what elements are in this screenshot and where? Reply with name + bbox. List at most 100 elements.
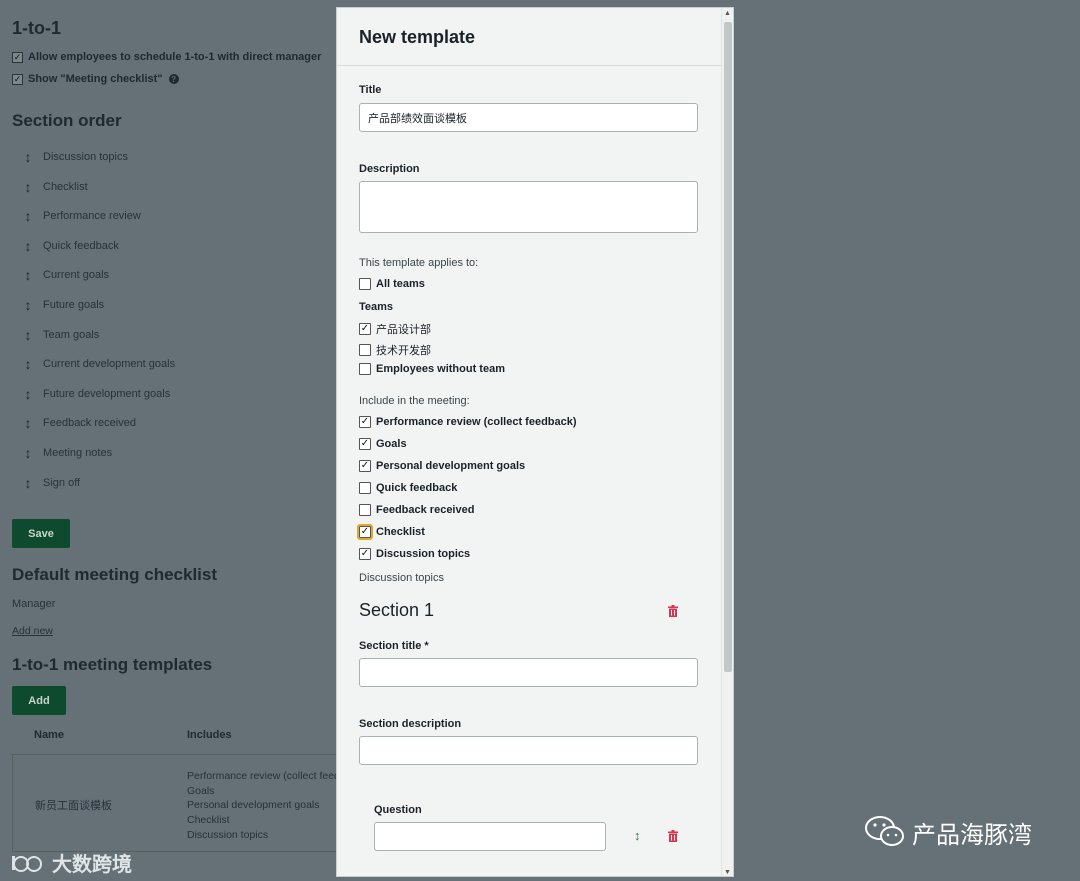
checkbox[interactable]: ✓ [359, 438, 371, 450]
section-order-item[interactable]: ↕ Future goals [20, 297, 105, 313]
description-label: Description [359, 163, 420, 175]
include-feedback-received[interactable]: Feedback received [359, 504, 474, 516]
table-header-name: Name [34, 729, 64, 741]
section-order-label: Current development goals [43, 358, 176, 371]
question-circle-icon[interactable]: ? [168, 74, 179, 84]
all-teams-checkbox[interactable]: All teams [359, 278, 425, 290]
checklist-role: Manager [12, 598, 56, 610]
move-arrows-icon[interactable]: ↕ [634, 828, 641, 843]
drag-handle-icon[interactable]: ↕ [20, 386, 36, 402]
include-personal-development-goals[interactable]: ✓ Personal development goals [359, 460, 525, 472]
watermark-left: 大数跨境 [10, 848, 132, 877]
setting-checklist-row[interactable]: ✓ Show "Meeting checklist" ? [12, 73, 179, 85]
drag-handle-icon[interactable]: ↕ [20, 327, 36, 343]
one-to-one-heading: 1-to-1 [12, 18, 61, 38]
section-order-label: Quick feedback [43, 239, 119, 252]
section-order-item[interactable]: ↕ Meeting notes [20, 445, 113, 461]
section-order-item[interactable]: ↕ Performance review [20, 208, 141, 224]
scroll-down-icon[interactable]: ▼ [724, 869, 731, 876]
checkbox[interactable]: ✓ [359, 416, 371, 428]
template-name: 新员工面谈模板 [35, 800, 112, 812]
checklist-heading: Default meeting checklist [12, 565, 218, 584]
section-order-item[interactable]: ↕ Feedback received [20, 415, 136, 431]
applies-caption: This template applies to: [359, 257, 479, 269]
brand-logo-icon [12, 855, 42, 872]
team-checkbox-without-team[interactable]: Employees without team [359, 363, 505, 375]
drag-handle-icon[interactable]: ↕ [20, 208, 36, 224]
checkbox[interactable] [359, 278, 371, 290]
table-header-includes: Includes [187, 729, 232, 741]
question-label: Question [374, 804, 422, 816]
section-heading: Section 1 [359, 600, 435, 620]
drag-handle-icon[interactable]: ↕ [20, 475, 36, 491]
section-order-label: Checklist [43, 180, 88, 193]
setting-schedule-row[interactable]: ✓ Allow employees to schedule 1-to-1 wit… [12, 51, 321, 63]
drag-handle-icon[interactable]: ↕ [20, 415, 36, 431]
include-quick-feedback[interactable]: Quick feedback [359, 482, 457, 494]
section-order-label: Meeting notes [43, 447, 113, 459]
section-order-item[interactable]: ↕ Current development goals [20, 356, 176, 372]
section-order-item[interactable]: ↕ Checklist [20, 179, 88, 195]
drag-handle-icon[interactable]: ↕ [20, 179, 36, 195]
section-order-item[interactable]: ↕ Sign off [20, 475, 81, 491]
section-order-item[interactable]: ↕ Quick feedback [20, 238, 119, 254]
scroll-up-icon[interactable]: ▲ [724, 10, 731, 17]
title-input[interactable]: 产品部绩效面谈模板 [359, 103, 698, 132]
section-title-label: Section title * [359, 640, 429, 652]
drag-handle-icon[interactable]: ↕ [20, 238, 36, 254]
team-checkbox-tech-dev[interactable]: 技术开发部 [359, 342, 431, 358]
checkbox[interactable] [359, 504, 371, 516]
add-button[interactable]: Add [12, 686, 66, 715]
section-order-label: Performance review [43, 210, 141, 223]
modal-scrollbar[interactable]: ▲ ▼ [721, 8, 733, 876]
template-includes: Performance review (collect feed Goals P… [187, 770, 340, 841]
include-performance-review[interactable]: ✓ Performance review (collect feedback) [359, 416, 577, 428]
discussion-caption: Discussion topics [359, 572, 444, 584]
checkbox[interactable]: ✓ [357, 524, 373, 540]
include-checklist[interactable]: ✓ Checklist [357, 524, 425, 540]
drag-handle-icon[interactable]: ↕ [20, 267, 36, 283]
watermark-right: 产品海豚湾 [864, 814, 1032, 850]
checkbox[interactable]: ✓ [12, 51, 23, 63]
drag-handle-icon[interactable]: ↕ [20, 356, 36, 372]
modal-header: New template [337, 8, 723, 66]
checkbox[interactable] [359, 344, 371, 356]
scrollbar-thumb[interactable] [724, 22, 732, 672]
table-row[interactable]: 新员工面谈模板 Performance review (collect feed… [12, 754, 342, 852]
section-order-item[interactable]: ↕ Discussion topics [20, 149, 128, 165]
section-order-label: Feedback received [43, 417, 136, 430]
team-checkbox-product-design[interactable]: ✓ 产品设计部 [359, 321, 431, 337]
description-input[interactable] [359, 181, 698, 233]
section-order-item[interactable]: ↕ Current goals [20, 267, 110, 283]
drag-handle-icon[interactable]: ↕ [20, 297, 36, 313]
checkbox[interactable]: ✓ [359, 460, 371, 472]
checkbox[interactable] [359, 482, 371, 494]
trash-icon[interactable] [667, 605, 679, 617]
section-order-heading: Section order [12, 111, 122, 130]
section-description-label: Section description [359, 718, 462, 730]
drag-handle-icon[interactable]: ↕ [20, 445, 36, 461]
include-goals[interactable]: ✓ Goals [359, 438, 407, 450]
section-order-label: Discussion topics [43, 151, 128, 163]
setting-label: Show "Meeting checklist" [28, 73, 163, 85]
add-new-link[interactable]: Add new [12, 625, 53, 637]
section-order-item[interactable]: ↕ Future development goals [20, 386, 171, 402]
section-title-input[interactable] [359, 658, 698, 687]
checkbox[interactable]: ✓ [12, 73, 23, 85]
question-input[interactable] [374, 822, 606, 851]
section-order-label: Current goals [43, 269, 110, 282]
drag-handle-icon[interactable]: ↕ [20, 149, 36, 165]
section-order-label: Team goals [43, 328, 100, 341]
save-button[interactable]: Save [12, 519, 70, 548]
wechat-icon [865, 816, 904, 846]
trash-icon[interactable] [667, 830, 679, 842]
teams-label: Teams [359, 301, 394, 313]
include-discussion-topics[interactable]: ✓ Discussion topics [359, 548, 470, 560]
section-description-input[interactable] [359, 736, 698, 765]
setting-label: Allow employees to schedule 1-to-1 with … [28, 51, 322, 63]
checkbox[interactable]: ✓ [359, 548, 371, 560]
templates-heading: 1-to-1 meeting templates [12, 655, 213, 674]
checkbox[interactable]: ✓ [359, 323, 371, 335]
section-order-item[interactable]: ↕ Team goals [20, 327, 100, 343]
checkbox[interactable] [359, 363, 371, 375]
